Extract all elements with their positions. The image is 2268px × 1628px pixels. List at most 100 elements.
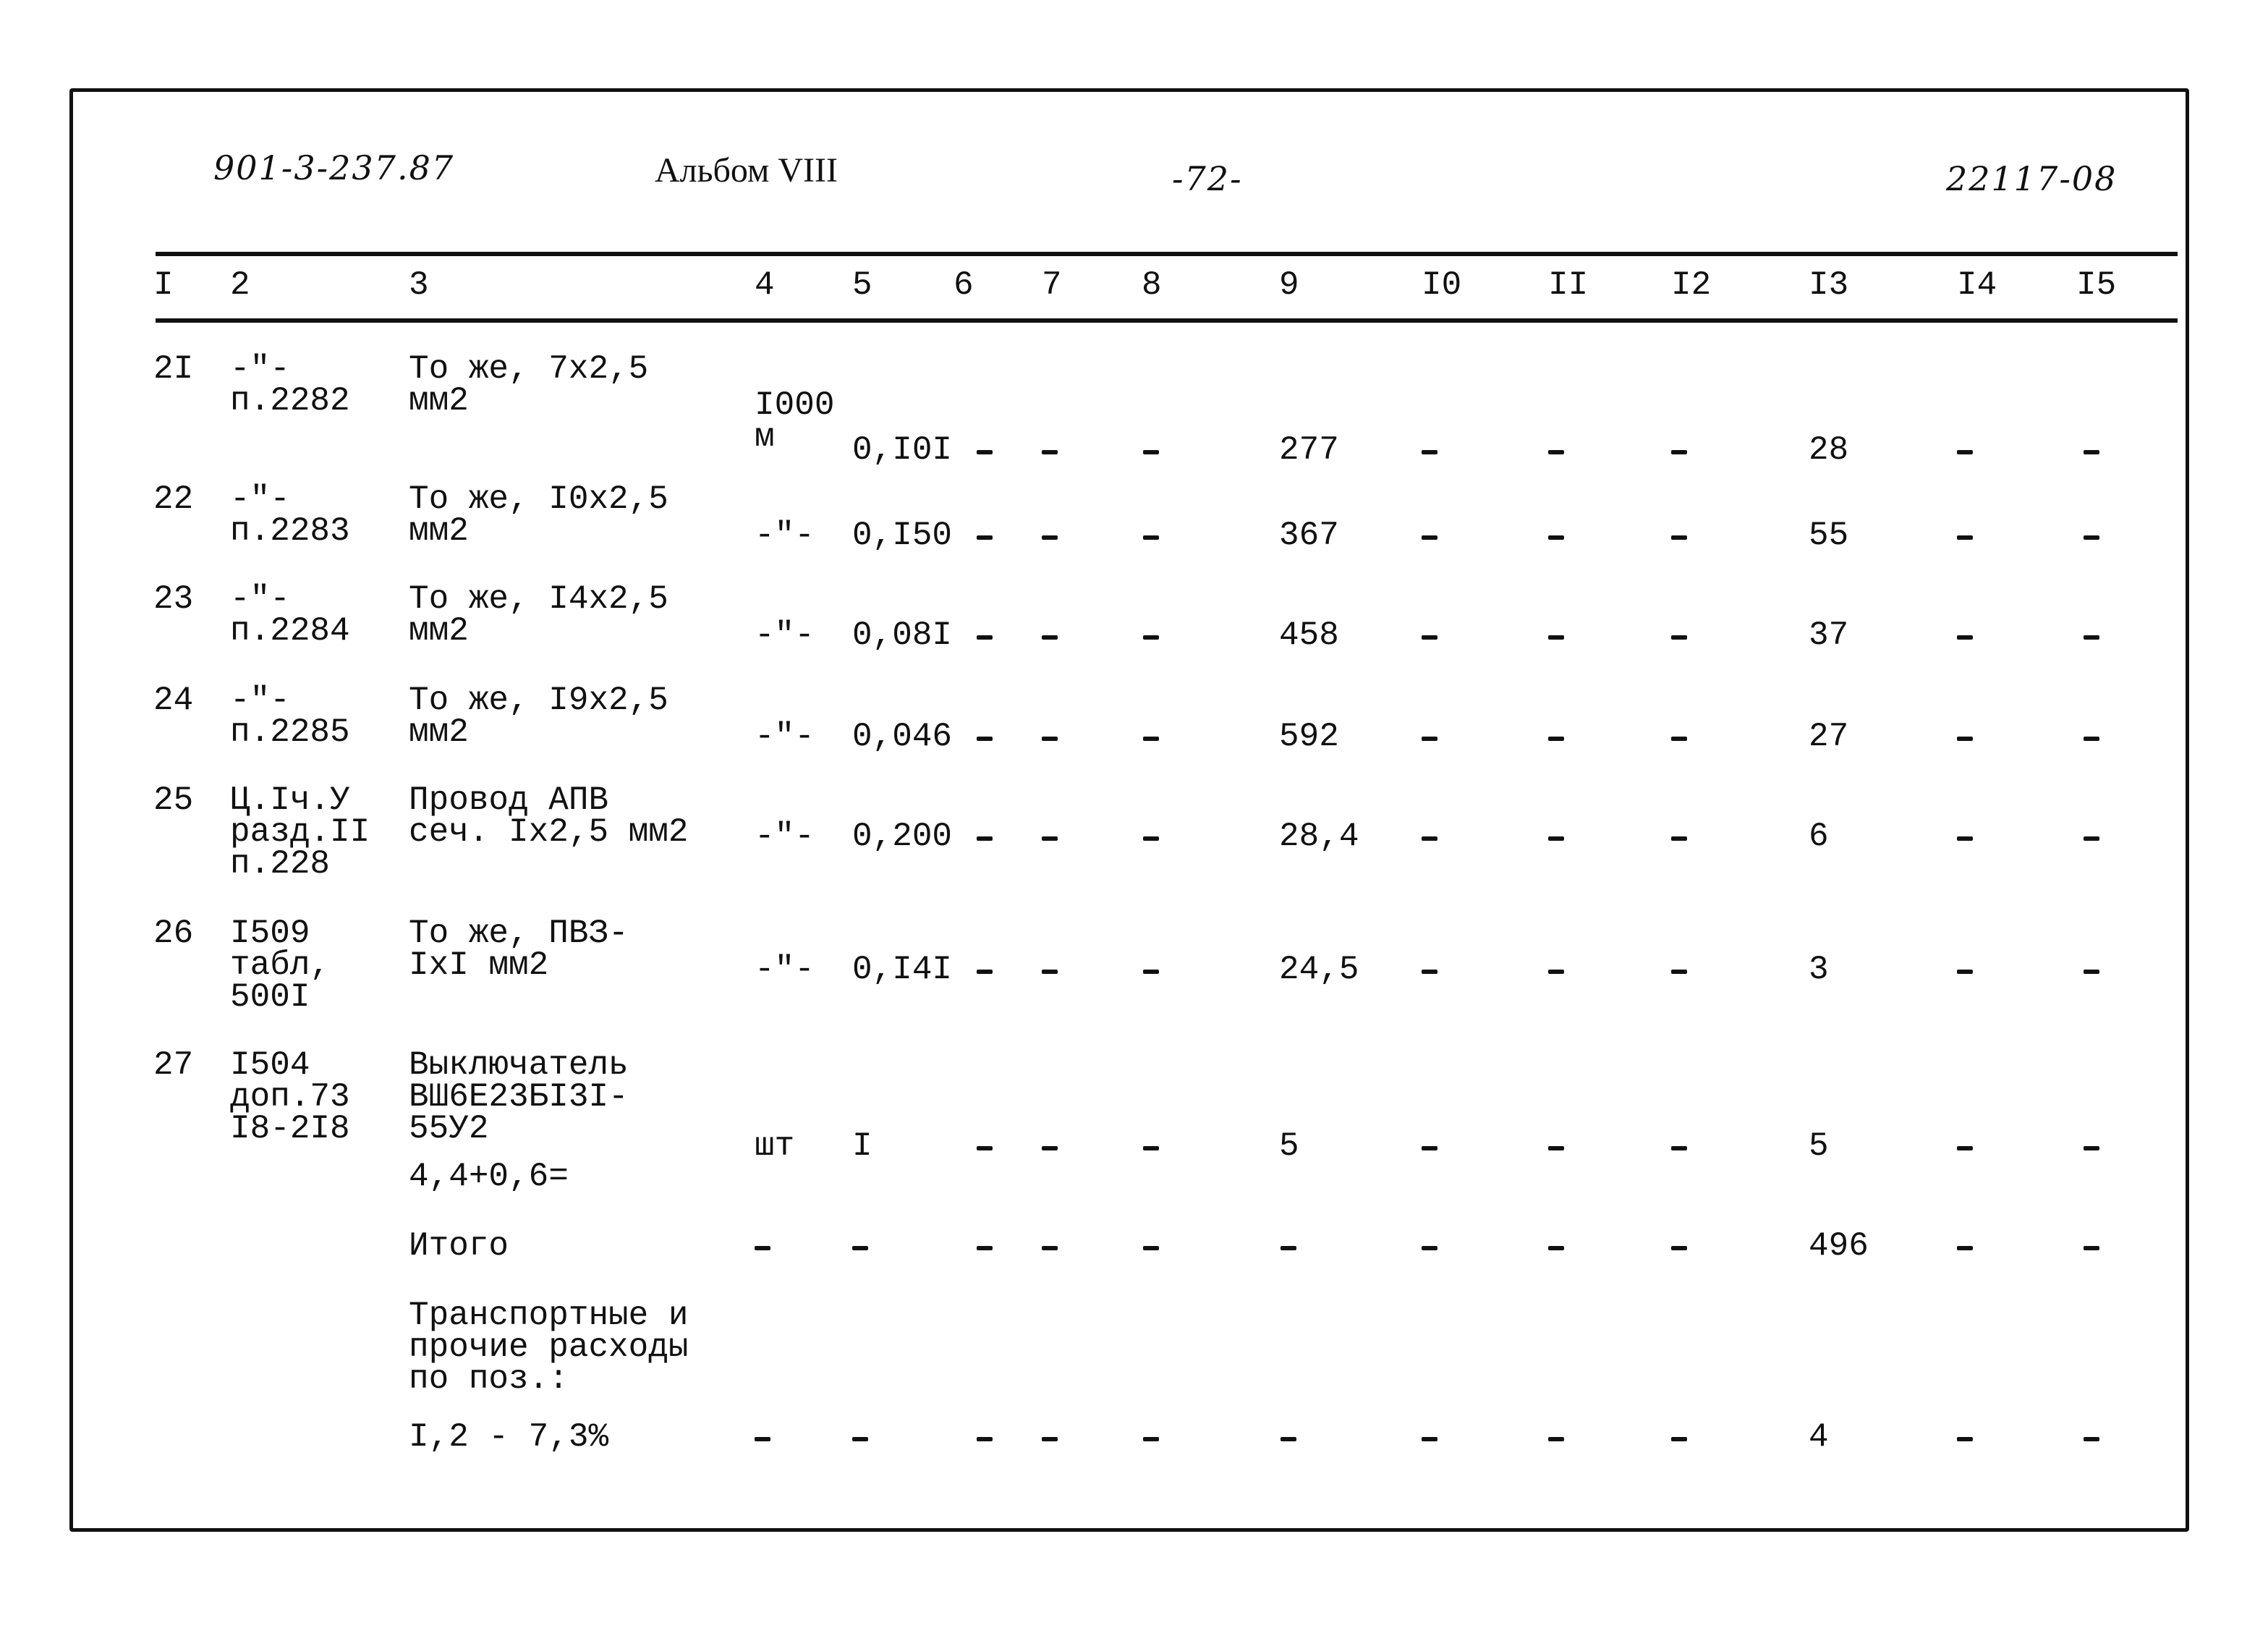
total-col-15-dash xyxy=(2084,1246,2099,1250)
row-reference: п.228 xyxy=(230,845,331,883)
total-col-5-dash xyxy=(852,1246,868,1250)
row-col-15-dash xyxy=(2084,1146,2099,1150)
transport-col-12-dash xyxy=(1671,1437,1687,1441)
row-number: 25 xyxy=(153,781,194,819)
row-number: 2I xyxy=(153,350,194,388)
row-col-12-dash xyxy=(1671,970,1687,974)
row-description: То же, I4х2,5 xyxy=(409,580,668,618)
transport-col-11-dash xyxy=(1548,1437,1564,1441)
row-col-13: 3 xyxy=(1809,951,1829,988)
row-description: мм2 xyxy=(409,512,469,550)
row-col-12-dash xyxy=(1671,1146,1687,1150)
transport-col-8-dash xyxy=(1143,1437,1159,1441)
transport-col-9-dash xyxy=(1280,1437,1296,1441)
row-reference: разд.II xyxy=(230,813,370,851)
row-unit: шт xyxy=(755,1127,795,1165)
row-col-11-dash xyxy=(1548,1146,1564,1150)
row-description: То же, ПВЗ- xyxy=(409,915,629,952)
row-col-8-dash xyxy=(1143,450,1159,454)
row-col-11-dash xyxy=(1548,450,1564,454)
row-col-5: 0,046 xyxy=(852,718,953,755)
row-col-8-dash xyxy=(1143,535,1159,540)
row-reference: -"- xyxy=(230,350,290,388)
row-reference: -"- xyxy=(230,580,290,618)
row-col-6-dash xyxy=(977,535,993,540)
header-rule-top xyxy=(156,252,2178,256)
row-reference: -"- xyxy=(230,682,290,719)
document-frame xyxy=(69,88,2189,1532)
row-col-15-dash xyxy=(2084,535,2099,540)
row-description: сеч. Iх2,5 мм2 xyxy=(409,813,689,851)
row-col-13: 5 xyxy=(1809,1127,1829,1165)
row-col-5: 0,I0I xyxy=(852,431,953,469)
row-col-8-dash xyxy=(1143,836,1159,841)
column-header-2: 2 xyxy=(230,266,250,304)
row-unit: I000 xyxy=(755,386,835,424)
total-label: Итого xyxy=(409,1227,509,1265)
row-col-10-dash xyxy=(1422,635,1437,640)
row-unit: м xyxy=(755,418,775,456)
row-col-7-dash xyxy=(1042,970,1058,974)
transport-col-4-dash xyxy=(755,1437,770,1441)
column-header-12: I2 xyxy=(1671,266,1712,304)
column-header-1: I xyxy=(153,266,174,304)
row-description: ВШ6Е23БI3I- xyxy=(409,1078,629,1116)
transport-label: прочие расходы xyxy=(409,1328,689,1366)
sheet-code: 22117-08 xyxy=(1946,159,2118,198)
row-col-12-dash xyxy=(1671,535,1687,540)
row-description: То же, I0х2,5 xyxy=(409,480,668,518)
total-col-6-dash xyxy=(977,1246,993,1250)
row-number: 27 xyxy=(153,1046,194,1084)
row-number: 23 xyxy=(153,580,194,618)
row-col-5: 0,I4I xyxy=(852,951,953,988)
row-col-6-dash xyxy=(977,635,993,640)
column-header-5: 5 xyxy=(852,266,872,304)
transport-col-10-dash xyxy=(1422,1437,1437,1441)
row-description: То же, I9х2,5 xyxy=(409,682,668,719)
row-col-15-dash xyxy=(2084,970,2099,974)
row-reference: доп.73 xyxy=(230,1078,350,1116)
row-col-13: 28 xyxy=(1809,431,1849,469)
row-col-7-dash xyxy=(1042,1146,1058,1150)
row-number: 24 xyxy=(153,682,194,719)
row-col-11-dash xyxy=(1548,535,1564,540)
row-col-12-dash xyxy=(1671,737,1687,741)
column-header-6: 6 xyxy=(954,266,974,304)
row-col-5: 0,200 xyxy=(852,818,953,855)
row-col-5: I xyxy=(852,1127,872,1165)
row-col-6-dash xyxy=(977,450,993,454)
row-col-14-dash xyxy=(1957,450,1973,454)
row-reference: п.2285 xyxy=(230,713,350,751)
row-col-8-dash xyxy=(1143,1146,1159,1150)
total-col-8-dash xyxy=(1143,1246,1159,1250)
transport-label: Транспортные и xyxy=(409,1297,689,1334)
row-col-14-dash xyxy=(1957,635,1973,640)
total-col-10-dash xyxy=(1422,1246,1437,1250)
row-col-10-dash xyxy=(1422,737,1437,741)
total-col-7-dash xyxy=(1042,1246,1058,1250)
row-col-10-dash xyxy=(1422,450,1437,454)
total-col-12-dash xyxy=(1671,1246,1687,1250)
column-header-15: I5 xyxy=(2076,266,2117,304)
row-col-12-dash xyxy=(1671,450,1687,454)
row-reference: I8-2I8 xyxy=(230,1110,350,1148)
row-unit: -"- xyxy=(755,517,815,554)
transport-col-13: 4 xyxy=(1809,1418,1829,1456)
row-description: мм2 xyxy=(409,382,469,420)
column-header-8: 8 xyxy=(1142,266,1162,304)
row-col-6-dash xyxy=(977,836,993,841)
transport-col-14-dash xyxy=(1957,1437,1973,1441)
row-reference: -"- xyxy=(230,480,290,518)
row-reference: п.2284 xyxy=(230,612,350,650)
row-col-8-dash xyxy=(1143,737,1159,741)
row-col-7-dash xyxy=(1042,737,1058,741)
row-description: мм2 xyxy=(409,713,469,751)
total-col-14-dash xyxy=(1957,1246,1973,1250)
row-col-12-dash xyxy=(1671,635,1687,640)
row-reference: табл, xyxy=(230,946,331,984)
row-col-7-dash xyxy=(1042,450,1058,454)
row-col-9: 28,4 xyxy=(1279,818,1359,855)
row-col-14-dash xyxy=(1957,535,1973,540)
row-unit: -"- xyxy=(755,951,815,988)
row-col-12-dash xyxy=(1671,836,1687,841)
